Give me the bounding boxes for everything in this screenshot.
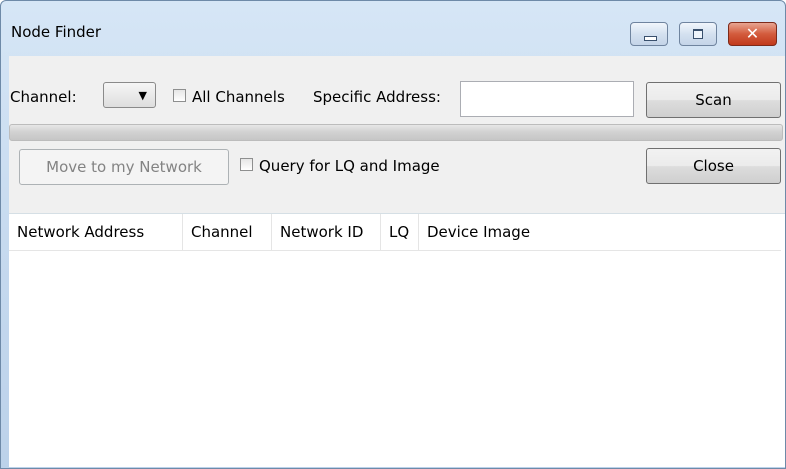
column-channel[interactable]: Channel — [183, 214, 272, 250]
channel-label: Channel: — [10, 88, 77, 106]
all-channels-label[interactable]: All Channels — [192, 88, 285, 106]
column-device-image[interactable]: Device Image — [419, 214, 781, 250]
close-window-button[interactable]: ✕ — [728, 22, 777, 46]
scan-button[interactable]: Scan — [646, 82, 781, 118]
all-channels-checkbox[interactable] — [173, 89, 186, 102]
column-network-address[interactable]: Network Address — [9, 214, 183, 250]
column-lq[interactable]: LQ — [381, 214, 419, 250]
dialog-client-area: Channel: ▼ All Channels Specific Address… — [9, 56, 785, 467]
node-finder-window: Node Finder ✕ Channel: ▼ All Channels Sp… — [0, 0, 786, 469]
maximize-icon — [693, 29, 703, 39]
maximize-button[interactable] — [679, 22, 717, 46]
list-header: Network Address Channel Network ID LQ De… — [9, 214, 781, 251]
node-list[interactable]: Network Address Channel Network ID LQ De… — [9, 213, 785, 467]
chevron-down-icon: ▼ — [138, 89, 147, 102]
query-lq-checkbox[interactable] — [240, 158, 253, 171]
column-network-id[interactable]: Network ID — [272, 214, 381, 250]
close-icon: ✕ — [745, 24, 760, 43]
scan-progress-bar — [9, 124, 783, 141]
move-to-network-button[interactable]: Move to my Network — [19, 149, 229, 185]
specific-address-label: Specific Address: — [313, 88, 441, 106]
query-lq-label[interactable]: Query for LQ and Image — [259, 157, 440, 175]
close-button[interactable]: Close — [646, 148, 781, 184]
window-title: Node Finder — [11, 23, 102, 41]
minimize-icon — [644, 36, 657, 41]
channel-dropdown[interactable]: ▼ — [103, 82, 156, 108]
minimize-button[interactable] — [630, 22, 668, 46]
specific-address-input[interactable] — [460, 81, 634, 117]
title-bar[interactable]: Node Finder ✕ — [1, 1, 785, 55]
